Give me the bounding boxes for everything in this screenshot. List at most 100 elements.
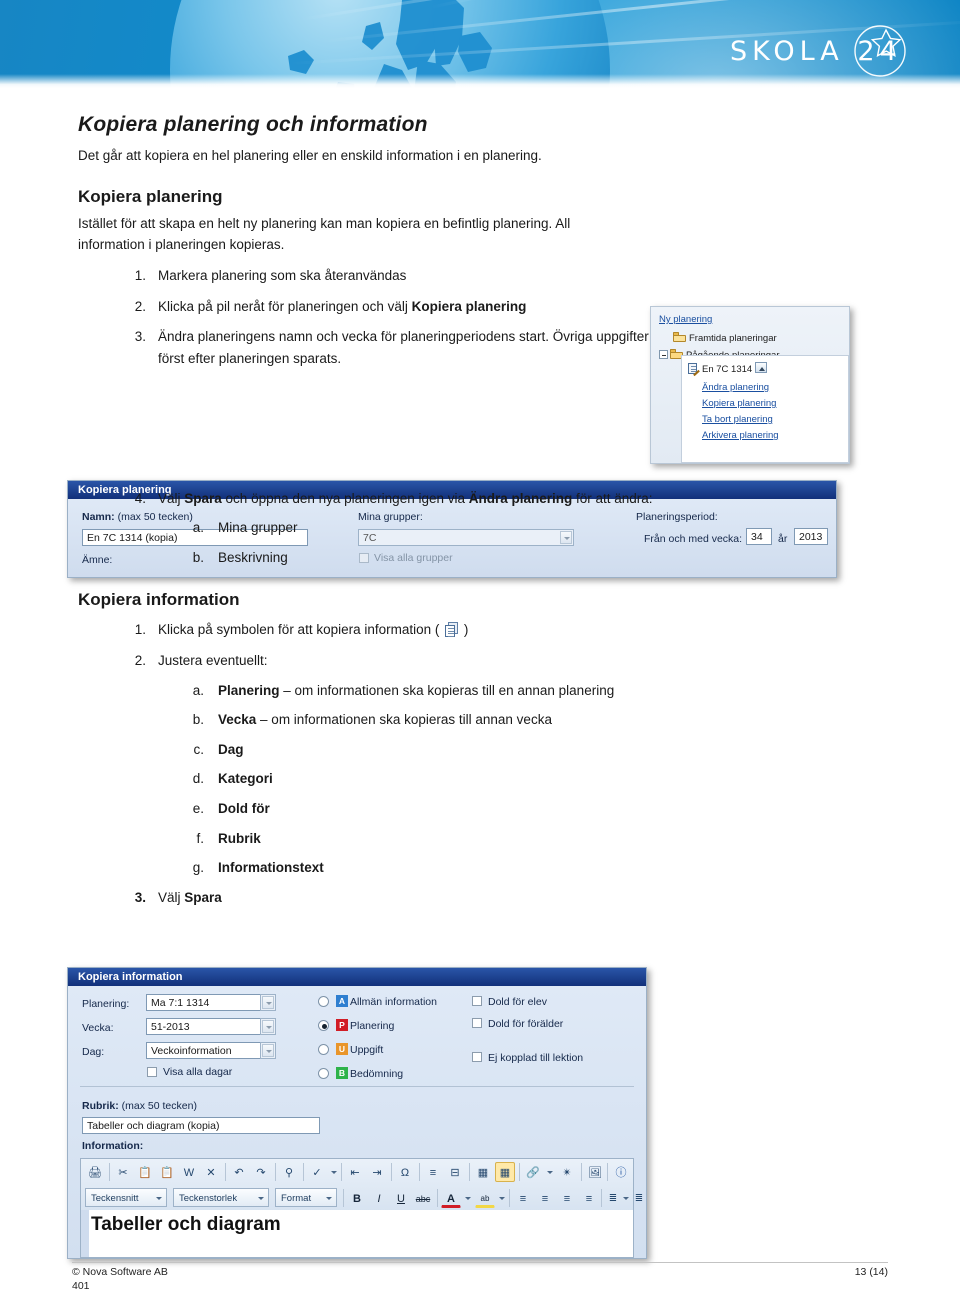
planning-item-row[interactable]: En 7C 1314 [688, 362, 768, 377]
page-break-icon[interactable]: ⊟ [445, 1162, 465, 1182]
dag-select[interactable]: Veckoinformation [146, 1042, 276, 1059]
list-text: – om informationen ska kopieras till en … [279, 682, 615, 698]
link-icon[interactable]: 🔗 [523, 1162, 543, 1182]
menu-item-arkivera-planering[interactable]: Arkivera planering [702, 430, 779, 441]
copy-icon[interactable]: 📋 [135, 1162, 155, 1182]
numbered-list-icon[interactable]: ≣ [603, 1188, 623, 1208]
menu-item-andra-planering[interactable]: Ändra planering [702, 382, 769, 393]
chevron-down-icon[interactable] [262, 1020, 274, 1033]
indent-icon[interactable]: ⇥ [367, 1162, 387, 1182]
find-icon[interactable]: ⚲ [279, 1162, 299, 1182]
toolbar-row-1: 🖨 ✂ 📋 📋 W ✕ ↶ ↷ ⚲ ✓ ⇤ ⇥ Ω ≡ ⊟ ▦ ▦ 🔗 ✴ 🖼 … [81, 1159, 633, 1185]
radio-planering[interactable] [318, 1020, 329, 1031]
print-icon[interactable]: 🖨 [85, 1162, 105, 1182]
toolbar-separator [601, 1189, 602, 1207]
rubrik-input[interactable]: Tabeller och diagram (kopia) [82, 1117, 320, 1134]
font-size-label: Teckenstorlek [179, 1193, 238, 1204]
list-item: 3. Ändra planeringens namn och vecka för… [0, 326, 720, 369]
list-text-bold: Informationstext [218, 860, 324, 876]
planering-tag-icon: P [336, 1019, 348, 1031]
align-right-icon[interactable]: ≡ [557, 1188, 577, 1208]
underline-button[interactable]: U [391, 1188, 411, 1208]
tree-node-framtida[interactable]: Framtida planeringar [673, 332, 777, 344]
editor-content-area[interactable]: Tabeller och diagram [80, 1210, 634, 1258]
chevron-down-icon[interactable] [262, 996, 274, 1009]
text-color-button[interactable]: A [441, 1188, 461, 1208]
insert-table-icon[interactable]: ▦ [473, 1162, 493, 1182]
bold-button[interactable]: B [347, 1188, 367, 1208]
dag-dropdown-button[interactable] [260, 1042, 276, 1059]
document-body: Kopiera planering och information Det gå… [0, 88, 960, 908]
planering-dropdown-button[interactable] [260, 994, 276, 1011]
list-text: Klicka på pil neråt för planeringen och … [158, 298, 412, 314]
toolbar-separator [581, 1163, 582, 1181]
menu-item-ta-bort-planering[interactable]: Ta bort planering [702, 414, 773, 425]
image-icon[interactable]: 🖼 [585, 1162, 605, 1182]
bulleted-list-icon[interactable]: ≣ [629, 1188, 646, 1208]
special-character-icon[interactable]: Ω [395, 1162, 415, 1182]
chevron-up-icon[interactable] [755, 362, 768, 373]
planering-select[interactable]: Ma 7:1 1314 [146, 994, 276, 1011]
vecka-dropdown-button[interactable] [260, 1018, 276, 1035]
toolbar-separator [341, 1163, 342, 1181]
chevron-down-icon[interactable] [547, 1171, 553, 1174]
format-select[interactable]: Format [275, 1188, 337, 1207]
ar-input[interactable]: 2013 [794, 528, 828, 545]
chevron-down-icon[interactable] [331, 1171, 337, 1174]
align-justify-icon[interactable]: ≡ [579, 1188, 599, 1208]
list-text: Justera eventuellt: [158, 653, 268, 669]
align-left-icon[interactable]: ≡ [513, 1188, 533, 1208]
undo-icon[interactable]: ↶ [229, 1162, 249, 1182]
ej-kopplad-till-lektion-checkbox[interactable] [472, 1052, 482, 1062]
list-text-bold: Spara [184, 889, 222, 905]
table-grid-icon[interactable]: ▦ [495, 1162, 515, 1182]
radio-uppgift[interactable] [318, 1044, 329, 1055]
delete-icon[interactable]: ✕ [201, 1162, 221, 1182]
menu-item-label: Ta bort planering [702, 414, 773, 425]
unlink-icon[interactable]: ✴ [557, 1162, 577, 1182]
paste-icon[interactable]: 📋 [157, 1162, 177, 1182]
visa-alla-dagar-checkbox[interactable] [147, 1067, 157, 1077]
highlight-button[interactable]: ab [475, 1188, 495, 1208]
footer-page-number: 13 (14) [854, 1266, 888, 1278]
radio-allman-information[interactable] [318, 996, 329, 1007]
paste-from-word-icon[interactable]: W [179, 1162, 199, 1182]
help-icon[interactable]: ⓘ [611, 1162, 631, 1182]
outdent-icon[interactable]: ⇤ [345, 1162, 365, 1182]
chevron-down-icon[interactable] [326, 1197, 332, 1200]
list-text: ) [460, 622, 469, 638]
radio-uppgift-label: Uppgift [350, 1044, 384, 1056]
spellcheck-icon[interactable]: ✓ [307, 1162, 327, 1182]
list-letter: g. [192, 860, 204, 876]
radio-bedomning[interactable] [318, 1068, 329, 1079]
chevron-down-icon[interactable] [465, 1197, 471, 1200]
ny-planering-link[interactable]: Ny planering [659, 314, 712, 325]
page-title: Kopiera planering och information [78, 113, 428, 136]
font-size-select[interactable]: Teckenstorlek [173, 1188, 269, 1207]
menu-item-kopiera-planering[interactable]: Kopiera planering [702, 398, 776, 409]
list-text: Klicka på symbolen för att kopiera infor… [158, 622, 444, 638]
redo-icon[interactable]: ↷ [251, 1162, 271, 1182]
dold-for-foralder-checkbox[interactable] [472, 1018, 482, 1028]
horizontal-rule-icon[interactable]: ≡ [423, 1162, 443, 1182]
chevron-down-icon[interactable] [262, 1044, 274, 1057]
dag-label: Dag: [82, 1046, 105, 1058]
vecka-select[interactable]: 51-2013 [146, 1018, 276, 1035]
collapse-icon[interactable] [659, 350, 668, 359]
italic-button[interactable]: I [369, 1188, 389, 1208]
align-center-icon[interactable]: ≡ [535, 1188, 555, 1208]
toolbar-separator [109, 1163, 110, 1181]
chevron-down-icon[interactable] [499, 1197, 505, 1200]
dold-for-elev-checkbox[interactable] [472, 996, 482, 1006]
cut-icon[interactable]: ✂ [113, 1162, 133, 1182]
list-number: 2. [134, 298, 146, 314]
chevron-down-icon[interactable] [258, 1197, 264, 1200]
list-number: 1. [134, 268, 146, 284]
list-item: 2. Justera eventuellt: a. Planering – om … [0, 650, 720, 879]
chevron-down-icon[interactable] [156, 1197, 162, 1200]
copy-information-icon [445, 622, 459, 638]
vecka-input[interactable]: 34 [746, 528, 772, 545]
tree-node-label: Framtida planeringar [689, 333, 777, 344]
strikethrough-button[interactable]: abc [413, 1188, 433, 1208]
font-family-select[interactable]: Teckensnitt [85, 1188, 167, 1207]
